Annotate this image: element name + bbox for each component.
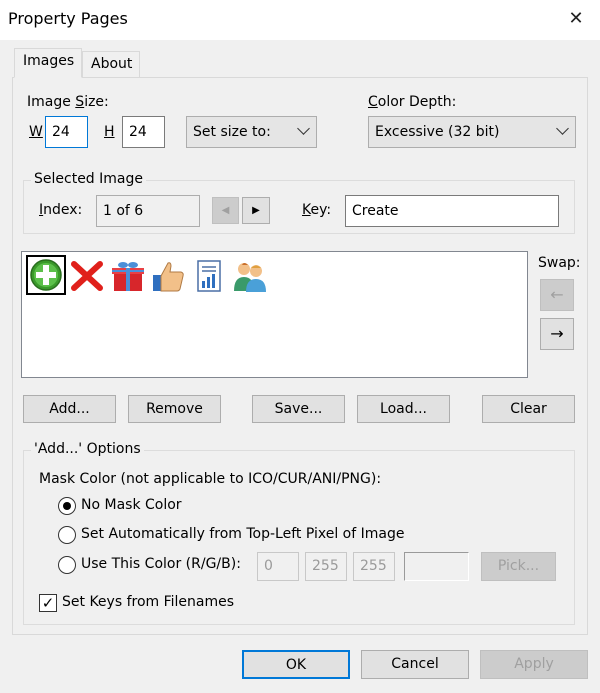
add-button[interactable]: Add... [23,395,116,423]
list-item[interactable] [69,259,105,293]
red-input[interactable]: 0 [257,552,299,581]
arrow-right-icon: → [550,324,564,343]
set-keys-checkbox[interactable]: ✓ [39,594,57,612]
key-input[interactable]: Create [345,195,559,227]
plus-circle-icon [30,259,62,291]
thumbs-up-icon [153,262,184,292]
list-item[interactable] [110,259,146,293]
auto-mask-radio[interactable] [58,526,76,544]
swap-label: Swap: [538,255,581,271]
prev-image-button[interactable]: ◀ [212,197,239,224]
remove-button[interactable]: Remove [128,395,221,423]
chevron-down-icon [556,122,569,135]
checkmark-icon: ✓ [41,594,55,612]
tab-images-label: Images [23,53,75,69]
image-size-label: Image Size: [27,94,109,110]
gift-icon [112,262,144,291]
tab-about[interactable]: About [82,51,140,78]
set-size-value: Set size to: [193,124,271,140]
list-item[interactable] [192,259,228,293]
set-keys-label: Set Keys from Filenames [62,594,235,610]
list-item[interactable] [232,259,268,293]
green-input[interactable]: 255 [305,552,347,581]
use-color-label: Use This Color (R/G/B): [81,556,241,572]
list-item[interactable] [26,255,66,295]
pick-button[interactable]: Pick... [481,552,556,581]
selected-image-legend: Selected Image [31,171,146,187]
window-title: Property Pages [8,9,128,28]
mask-color-label: Mask Color (not applicable to ICO/CUR/AN… [39,471,382,487]
close-icon[interactable]: ✕ [560,4,592,34]
tab-about-label: About [91,56,133,72]
red-x-icon [71,261,103,291]
color-depth-dropdown[interactable]: Excessive (32 bit) [368,116,576,148]
color-swatch [404,552,469,581]
index-value: 1 of 6 [96,195,200,227]
width-input[interactable]: 24 [45,116,88,148]
save-button[interactable]: Save... [252,395,345,423]
use-color-radio[interactable] [58,556,76,574]
cancel-button[interactable]: Cancel [361,650,469,679]
triangle-right-icon: ▶ [252,205,260,216]
color-depth-value: Excessive (32 bit) [375,124,500,140]
next-image-button[interactable]: ▶ [242,197,270,224]
key-label: Key: [302,202,332,218]
report-icon [197,260,221,292]
color-depth-label: Color Depth: [368,94,457,110]
load-button[interactable]: Load... [357,395,450,423]
no-mask-radio[interactable] [58,497,76,515]
index-label: Index: [39,202,83,218]
apply-button[interactable]: Apply [480,650,588,679]
set-size-dropdown[interactable]: Set size to: [186,116,317,148]
swap-left-button[interactable]: ← [540,279,574,311]
users-icon [234,263,266,292]
tab-images[interactable]: Images [14,48,82,78]
blue-input[interactable]: 255 [353,552,395,581]
triangle-left-icon: ◀ [221,205,230,216]
chevron-down-icon [297,122,310,135]
auto-mask-label: Set Automatically from Top-Left Pixel of… [81,526,405,542]
height-label: H [104,124,115,140]
height-input[interactable]: 24 [122,116,165,148]
clear-button[interactable]: Clear [482,395,575,423]
list-item[interactable] [150,259,186,293]
arrow-left-icon: ← [550,285,564,304]
width-label: W [29,124,43,140]
swap-right-button[interactable]: → [540,318,574,350]
no-mask-label: No Mask Color [81,497,182,513]
add-options-legend: 'Add...' Options [31,441,144,457]
ok-button[interactable]: OK [242,650,350,679]
